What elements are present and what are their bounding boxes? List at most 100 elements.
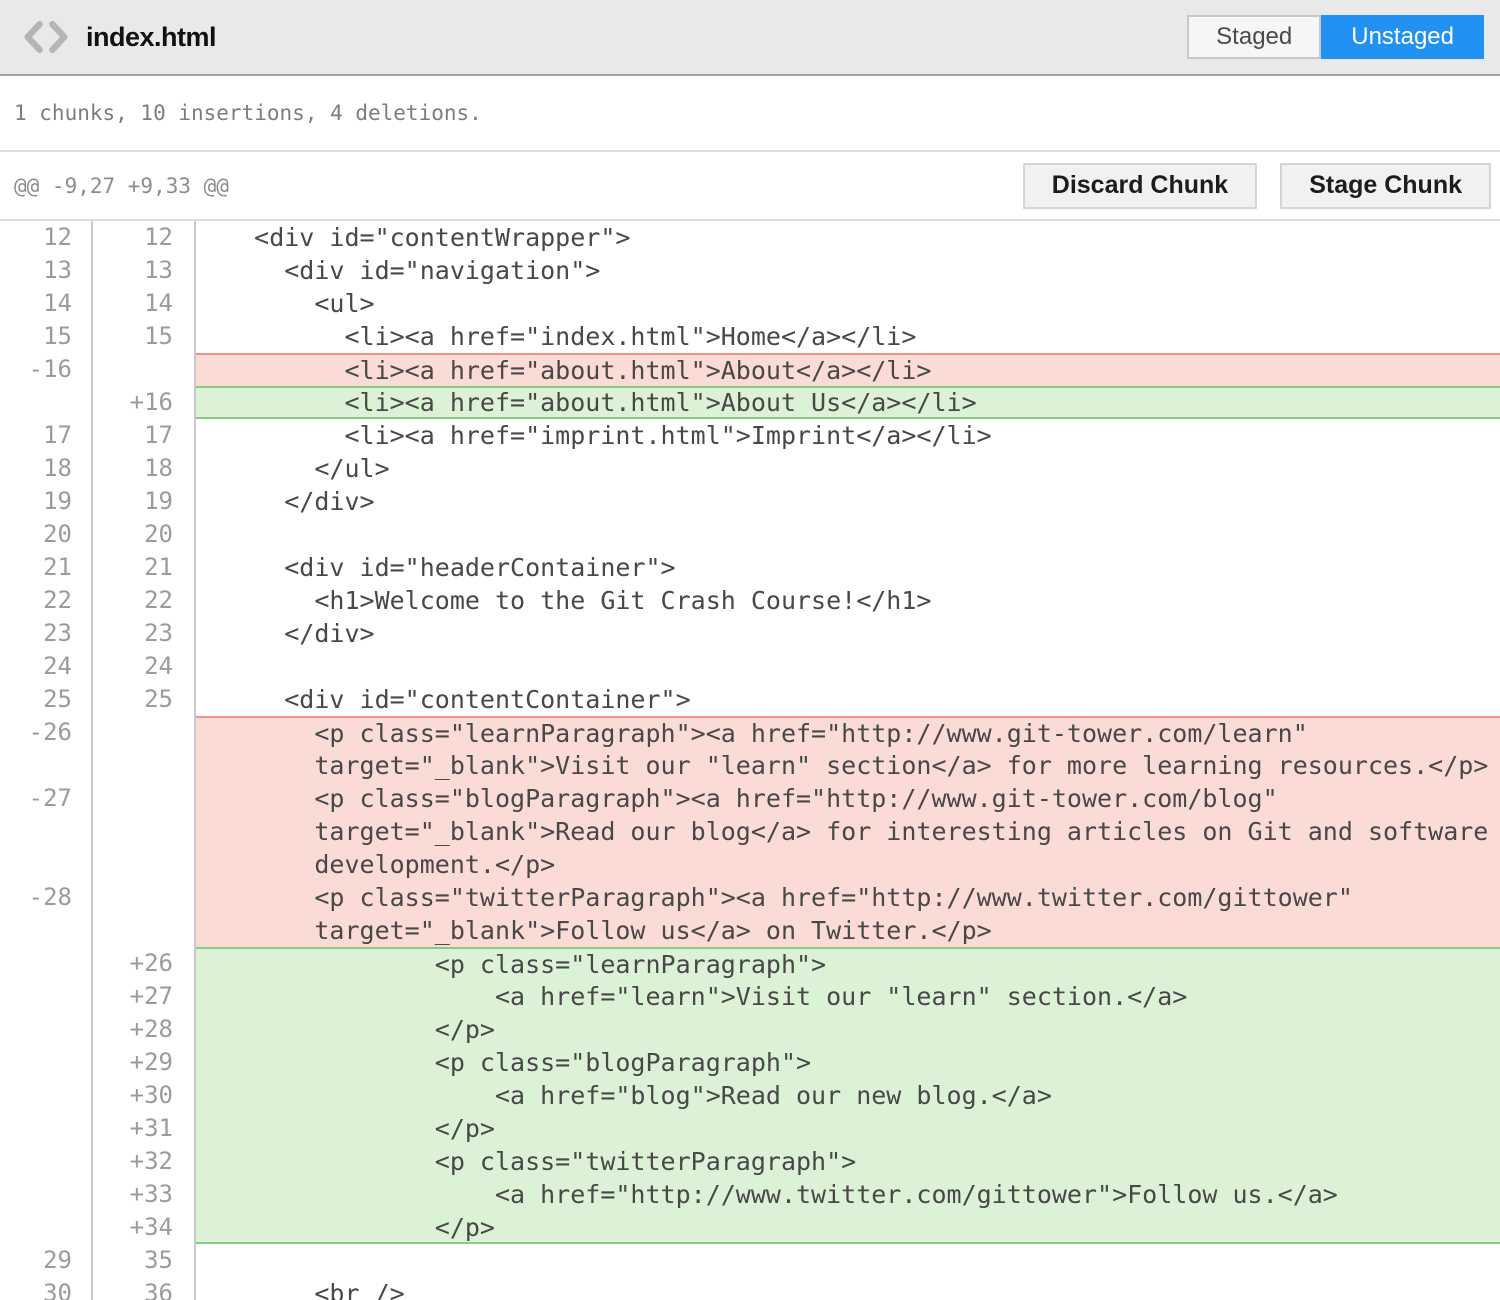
- diff-row[interactable]: 20 20: [0, 518, 1500, 551]
- code-line: <p class="learnParagraph"><a href="http:…: [196, 716, 1500, 749]
- old-line-number: 17: [0, 419, 93, 452]
- diff-row[interactable]: 24 24: [0, 650, 1500, 683]
- diff-row[interactable]: +31 </p>: [0, 1112, 1500, 1145]
- code-line: <li><a href="index.html">Home</a></li>: [196, 320, 1500, 353]
- old-line-number: [0, 386, 93, 419]
- new-line-number: +29: [93, 1046, 196, 1079]
- diff-row[interactable]: target="_blank">Follow us</a> on Twitter…: [0, 914, 1500, 947]
- old-line-number: 30: [0, 1277, 93, 1300]
- staged-tab[interactable]: Staged: [1187, 15, 1321, 59]
- discard-chunk-button[interactable]: Discard Chunk: [1023, 163, 1257, 209]
- diff-row[interactable]: 21 21 <div id="headerContainer">: [0, 551, 1500, 584]
- code-line: </ul>: [196, 452, 1500, 485]
- code-line: <div id="headerContainer">: [196, 551, 1500, 584]
- new-line-number: 18: [93, 452, 196, 485]
- new-line-number: [93, 881, 196, 914]
- diff-row[interactable]: target="_blank">Read our blog</a> for in…: [0, 815, 1500, 848]
- new-line-number: +31: [93, 1112, 196, 1145]
- new-line-number: +27: [93, 980, 196, 1013]
- diff-row[interactable]: +34 </p>: [0, 1211, 1500, 1244]
- code-line: [196, 518, 1500, 551]
- code-line: <li><a href="about.html">About</a></li>: [196, 353, 1500, 386]
- old-line-number: [0, 1112, 93, 1145]
- code-line: <br />: [196, 1277, 1500, 1300]
- old-line-number: [0, 914, 93, 947]
- code-line: </div>: [196, 617, 1500, 650]
- diff-row[interactable]: +28 </p>: [0, 1013, 1500, 1046]
- old-line-number: [0, 815, 93, 848]
- diff-row[interactable]: +33 <a href="http://www.twitter.com/gitt…: [0, 1178, 1500, 1211]
- new-line-number: +30: [93, 1079, 196, 1112]
- diff-row[interactable]: 17 17 <li><a href="imprint.html">Imprint…: [0, 419, 1500, 452]
- old-line-number: [0, 947, 93, 980]
- new-line-number: 21: [93, 551, 196, 584]
- diff-row[interactable]: -28 <p class="twitterParagraph"><a href=…: [0, 881, 1500, 914]
- diff-view: 12 12 <div id="contentWrapper"> 13 13 <d…: [0, 221, 1500, 1300]
- code-line: </div>: [196, 485, 1500, 518]
- code-line: [196, 650, 1500, 683]
- diff-row[interactable]: target="_blank">Visit our "learn" sectio…: [0, 749, 1500, 782]
- new-line-number: 35: [93, 1244, 196, 1277]
- code-line: <a href="http://www.twitter.com/gittower…: [196, 1178, 1500, 1211]
- diff-row[interactable]: -16 <li><a href="about.html">About</a></…: [0, 353, 1500, 386]
- old-line-number: 23: [0, 617, 93, 650]
- code-line: <li><a href="about.html">About Us</a></l…: [196, 386, 1500, 419]
- stage-chunk-button[interactable]: Stage Chunk: [1280, 163, 1491, 209]
- old-line-number: 19: [0, 485, 93, 518]
- diff-row[interactable]: 30 36 <br />: [0, 1277, 1500, 1300]
- new-line-number: 15: [93, 320, 196, 353]
- old-line-number: [0, 980, 93, 1013]
- diff-row[interactable]: +32 <p class="twitterParagraph">: [0, 1145, 1500, 1178]
- code-line: <div id="contentWrapper">: [196, 221, 1500, 254]
- diff-row[interactable]: 12 12 <div id="contentWrapper">: [0, 221, 1500, 254]
- new-line-number: +34: [93, 1211, 196, 1244]
- new-line-number: 20: [93, 518, 196, 551]
- diff-row[interactable]: 25 25 <div id="contentContainer">: [0, 683, 1500, 716]
- old-line-number: 12: [0, 221, 93, 254]
- code-line: <p class="learnParagraph">: [196, 947, 1500, 980]
- diff-row[interactable]: +16 <li><a href="about.html">About Us</a…: [0, 386, 1500, 419]
- new-line-number: 14: [93, 287, 196, 320]
- diff-row[interactable]: +26 <p class="learnParagraph">: [0, 947, 1500, 980]
- code-line: <p class="twitterParagraph">: [196, 1145, 1500, 1178]
- diff-row[interactable]: 29 35: [0, 1244, 1500, 1277]
- diff-row[interactable]: 19 19 </div>: [0, 485, 1500, 518]
- code-line: </p>: [196, 1013, 1500, 1046]
- diff-row[interactable]: -27 <p class="blogParagraph"><a href="ht…: [0, 782, 1500, 815]
- new-line-number: 36: [93, 1277, 196, 1300]
- diff-row[interactable]: development.</p>: [0, 848, 1500, 881]
- file-title: index.html: [86, 22, 1187, 53]
- unstaged-tab[interactable]: Unstaged: [1321, 15, 1484, 59]
- diff-row[interactable]: +30 <a href="blog">Read our new blog.</a…: [0, 1079, 1500, 1112]
- old-line-number: -28: [0, 881, 93, 914]
- diff-row[interactable]: 15 15 <li><a href="index.html">Home</a><…: [0, 320, 1500, 353]
- diff-row[interactable]: +29 <p class="blogParagraph">: [0, 1046, 1500, 1079]
- old-line-number: 24: [0, 650, 93, 683]
- code-line: <div id="contentContainer">: [196, 683, 1500, 716]
- diff-row[interactable]: +27 <a href="learn">Visit our "learn" se…: [0, 980, 1500, 1013]
- diff-row[interactable]: 23 23 </div>: [0, 617, 1500, 650]
- chunk-header-bar: @@ -9,27 +9,33 @@ Discard Chunk Stage Ch…: [0, 152, 1500, 221]
- new-line-number: 17: [93, 419, 196, 452]
- code-line: <li><a href="imprint.html">Imprint</a></…: [196, 419, 1500, 452]
- toolbar: index.html Staged Unstaged: [0, 0, 1500, 76]
- diff-row[interactable]: 18 18 </ul>: [0, 452, 1500, 485]
- code-line: <p class="blogParagraph">: [196, 1046, 1500, 1079]
- code-line: target="_blank">Follow us</a> on Twitter…: [196, 914, 1500, 947]
- old-line-number: 29: [0, 1244, 93, 1277]
- new-line-number: [93, 815, 196, 848]
- diff-row[interactable]: -26 <p class="learnParagraph"><a href="h…: [0, 716, 1500, 749]
- new-line-number: [93, 749, 196, 782]
- diff-row[interactable]: 13 13 <div id="navigation">: [0, 254, 1500, 287]
- new-line-number: [93, 914, 196, 947]
- code-line: target="_blank">Read our blog</a> for in…: [196, 815, 1500, 848]
- new-line-number: [93, 848, 196, 881]
- diff-row[interactable]: 14 14 <ul>: [0, 287, 1500, 320]
- new-line-number: +32: [93, 1145, 196, 1178]
- old-line-number: -27: [0, 782, 93, 815]
- chunk-actions: Discard Chunk Stage Chunk: [1023, 163, 1491, 209]
- code-line: <p class="twitterParagraph"><a href="htt…: [196, 881, 1500, 914]
- old-line-number: 14: [0, 287, 93, 320]
- diff-row[interactable]: 22 22 <h1>Welcome to the Git Crash Cours…: [0, 584, 1500, 617]
- old-line-number: 13: [0, 254, 93, 287]
